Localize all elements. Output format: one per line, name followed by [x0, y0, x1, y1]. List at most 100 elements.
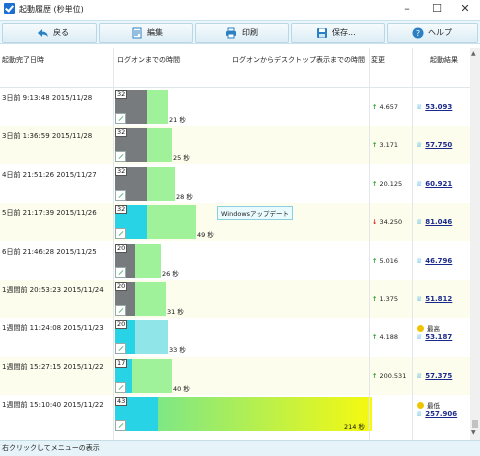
result-score-link[interactable]: ♕ 51.812	[416, 295, 452, 303]
arrow-up-icon: ↑	[372, 295, 378, 303]
logon-seconds-label: 32	[115, 128, 128, 138]
desktop-time-bar	[132, 358, 172, 393]
score-value: 57.375	[425, 371, 453, 380]
result-score-link[interactable]: ♕ 46.796	[416, 257, 452, 265]
history-row[interactable]: 3日前 9:13:48 2015/11/28 32 21 秒 ↑ 4.657 ♕ 53.09…	[0, 88, 470, 126]
score-value: 53.093	[425, 103, 453, 111]
detail-icon[interactable]	[115, 113, 126, 124]
close-button[interactable]: ✕	[448, 0, 480, 18]
logon-seconds-label: 20	[115, 243, 128, 253]
change-number: 4.657	[379, 103, 399, 111]
detail-icon[interactable]	[115, 305, 126, 316]
result-score-link[interactable]: ♕ 57.750	[416, 141, 452, 149]
duration-label: 31 秒	[167, 308, 184, 316]
duration-label: 25 秒	[173, 154, 190, 163]
logon-seconds-label: 43	[115, 397, 128, 407]
desktop-time-bar	[147, 128, 172, 163]
save-button[interactable]: 保存...	[291, 23, 385, 43]
score-value: 257.906	[425, 410, 458, 419]
column-divider	[412, 48, 413, 440]
arrow-up-icon: ↑	[372, 103, 378, 111]
logon-seconds-label: 20	[115, 320, 128, 330]
trophy-icon: ♕	[416, 179, 423, 188]
logon-seconds-label: 17	[115, 358, 128, 368]
desktop-time-bar	[135, 282, 166, 316]
row-timestamp: 6日前 21:46:28 2015/11/25	[2, 247, 97, 256]
score-value: 53.187	[425, 333, 453, 342]
print-button[interactable]: 印刷	[195, 23, 289, 43]
duration-label: 21 秒	[169, 116, 186, 124]
status-bar: 右クリックしてメニューの表示	[0, 440, 480, 456]
detail-icon[interactable]	[115, 420, 126, 432]
update-note: Windowsアップデート	[217, 206, 294, 221]
arrow-up-icon: ↑	[372, 256, 378, 265]
scroll-down-icon[interactable]: ▼	[471, 429, 476, 436]
detail-icon[interactable]	[115, 151, 126, 163]
result-tag-text: 最高	[427, 325, 440, 334]
change-value: ↑ 4.188	[372, 333, 398, 341]
column-header: 起動完了日時 ログオンまでの時間 ログオンからデスクトップ表示までの時間 変更 …	[0, 48, 470, 88]
floppy-disk-icon	[317, 28, 327, 38]
change-value: ↑ 200.531	[372, 372, 406, 380]
help-button[interactable]: ? ヘルプ	[387, 23, 478, 43]
desktop-time-bar	[147, 90, 168, 124]
duration-label: 26 秒	[162, 269, 179, 278]
app-icon	[4, 3, 15, 14]
row-timestamp: 1週間前 11:24:08 2015/11/23	[2, 324, 104, 333]
col-desktop-time[interactable]: ログオンからデスクトップ表示までの時間	[232, 55, 365, 65]
detail-icon[interactable]	[115, 266, 126, 278]
desktop-time-bar	[135, 243, 161, 278]
detail-icon[interactable]	[115, 189, 126, 201]
history-row[interactable]: 3日前 1:36:59 2015/11/28 32 25 秒 ↑ 3.171 ♕ 57.75…	[0, 126, 470, 165]
duration-label: 40 秒	[173, 384, 190, 393]
back-label: 戻る	[53, 28, 69, 37]
change-value: ↑ 5.016	[372, 257, 398, 265]
edit-button[interactable]: 編集	[99, 23, 193, 43]
result-score-link[interactable]: ♕ 53.187	[416, 333, 452, 341]
column-divider	[113, 48, 114, 440]
desktop-time-bar	[158, 397, 372, 432]
change-number: 5.016	[379, 256, 399, 265]
vertical-scrollbar[interactable]: ▲ ▼	[470, 48, 480, 440]
detail-icon[interactable]	[115, 343, 126, 355]
result-score-link[interactable]: ♕ 57.375	[416, 372, 452, 380]
change-number: 34.250	[379, 218, 403, 227]
column-divider	[369, 48, 370, 440]
detail-icon[interactable]	[115, 381, 126, 393]
change-value: ↑ 4.657	[372, 103, 398, 111]
history-row[interactable]: 6日前 21:46:28 2015/11/25 20 26 秒 ↑ 5.016 ♕ 46.7…	[0, 242, 470, 280]
row-timestamp: 3日前 9:13:48 2015/11/28	[2, 94, 93, 102]
print-label: 印刷	[242, 28, 258, 37]
result-score-link[interactable]: ♕ 81.046	[416, 218, 452, 226]
edit-icon	[132, 27, 142, 39]
svg-text:?: ?	[416, 29, 420, 38]
col-completed-time[interactable]: 起動完了日時	[2, 55, 44, 65]
result-score-link[interactable]: ♕ 60.921	[416, 180, 452, 188]
history-row[interactable]: 1週間前 15:10:40 2015/11/22 43 214 秒最低 ♕ 257.90…	[0, 395, 470, 433]
col-result[interactable]: 起動結果	[430, 55, 458, 65]
detail-icon[interactable]	[115, 228, 126, 240]
arrow-up-icon: ↑	[372, 179, 378, 188]
scroll-thumb[interactable]	[472, 420, 478, 428]
minimize-button[interactable]: –	[390, 0, 424, 18]
history-row[interactable]: 1週間前 11:24:08 2015/11/23 20 33 秒 ↑ 4.188 最高 ♕ 5…	[0, 318, 470, 356]
duration-label: 49 秒	[197, 231, 214, 240]
change-value: ↓ 34.250	[372, 218, 402, 226]
toolbar: 戻る 編集 印刷 保存... ? ヘルプ	[0, 20, 480, 44]
col-change[interactable]: 変更	[371, 55, 385, 65]
trophy-icon: ♕	[416, 256, 423, 265]
scroll-up-icon[interactable]: ▲	[471, 50, 476, 57]
history-row[interactable]: 1週間前 20:53:23 2015/11/24 20 31 秒 ↑ 1.375 ♕ 51.…	[0, 280, 470, 318]
col-logon-time[interactable]: ログオンまでの時間	[117, 55, 180, 65]
result-score-link[interactable]: ♕ 53.093	[416, 103, 452, 111]
trophy-icon: ♕	[416, 371, 423, 380]
history-row[interactable]: 5日前 21:17:39 2015/11/26 32 49 秒 Windowsアップデ…	[0, 203, 470, 242]
back-button[interactable]: 戻る	[2, 23, 97, 43]
result-score-link[interactable]: ♕ 257.906	[416, 410, 457, 418]
history-row[interactable]: 4日前 21:51:26 2015/11/27 32 28 秒 ↑ 20.125 ♕ 60.…	[0, 165, 470, 203]
history-row[interactable]: 1週間前 15:27:15 2015/11/22 17 40 秒 ↑ 200.531 ♕ 5…	[0, 356, 470, 395]
smiley-icon	[417, 325, 424, 333]
trophy-icon: ♕	[416, 333, 423, 342]
duration-label: 33 秒	[169, 346, 186, 355]
change-number: 1.375	[379, 295, 399, 303]
